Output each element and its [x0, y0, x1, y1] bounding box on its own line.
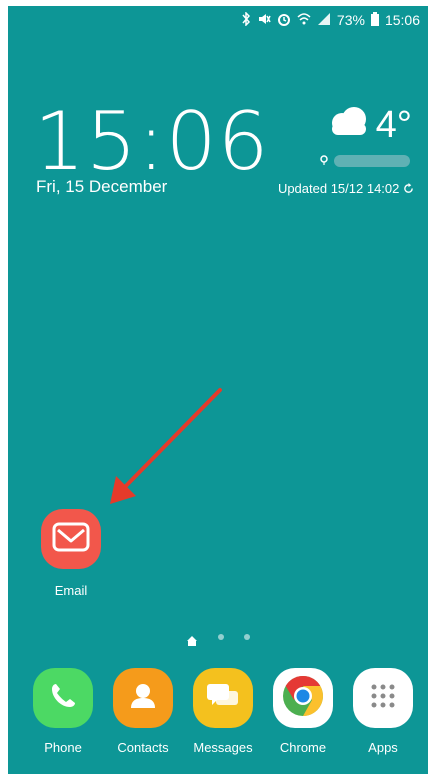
weather-temperature: 4°	[375, 104, 412, 146]
chrome-icon-tile	[273, 668, 333, 728]
home-page-icon[interactable]	[186, 634, 198, 652]
dock: Phone Contacts Messages Chrome Apps	[8, 668, 428, 768]
location-name-blurred	[334, 155, 410, 167]
weather-location	[320, 154, 410, 168]
location-pin-icon	[320, 154, 328, 168]
messages-app-label: Messages	[193, 740, 253, 755]
chrome-icon	[281, 674, 325, 723]
phone-app-label: Phone	[44, 740, 82, 755]
weather-updated-text: Updated 15/12 14:02	[277, 181, 400, 196]
contacts-app-label: Contacts	[117, 740, 169, 755]
phone-icon-tile	[33, 668, 93, 728]
contacts-app[interactable]: Contacts	[103, 668, 183, 755]
wifi-icon	[297, 12, 311, 29]
clock-widget-date: Fri, 15 December	[36, 177, 168, 196]
cloud-icon	[322, 104, 372, 147]
apps-grid-icon	[369, 682, 397, 715]
weather-updated: Updated 15/12 14:02	[278, 181, 414, 196]
home-screen: 73% 15:06 15:06 Fri, 15 December 4° Upda…	[8, 6, 428, 774]
contacts-icon-tile	[113, 668, 173, 728]
email-icon	[52, 522, 90, 557]
chrome-app[interactable]: Chrome	[263, 668, 343, 755]
weather-widget[interactable]: 4°	[322, 104, 412, 147]
battery-icon	[370, 11, 379, 29]
mute-icon	[257, 12, 271, 29]
page-indicator[interactable]	[8, 634, 428, 652]
page-dot[interactable]	[218, 634, 224, 640]
signal-icon	[317, 12, 331, 29]
battery-percent: 73%	[336, 12, 365, 28]
annotation-arrow-icon	[110, 388, 222, 504]
apps-icon-tile	[353, 668, 413, 728]
email-app-label: Email	[54, 583, 88, 598]
chrome-app-label: Chrome	[279, 740, 327, 755]
email-app[interactable]: Email	[31, 509, 111, 598]
messages-icon	[206, 681, 240, 716]
messages-icon-tile	[193, 668, 253, 728]
phone-icon	[47, 680, 79, 717]
status-bar: 73% 15:06	[8, 6, 428, 34]
clock-widget-time[interactable]: 15:06	[34, 102, 270, 182]
email-icon-tile	[41, 509, 101, 569]
messages-app[interactable]: Messages	[183, 668, 263, 755]
status-time: 15:06	[384, 12, 420, 28]
contacts-icon	[127, 680, 159, 717]
alarm-icon	[277, 12, 291, 29]
refresh-icon[interactable]	[403, 181, 414, 196]
apps-drawer-label: Apps	[368, 740, 398, 755]
apps-drawer[interactable]: Apps	[343, 668, 423, 755]
bluetooth-icon	[241, 10, 251, 29]
phone-app[interactable]: Phone	[23, 668, 103, 755]
page-dot[interactable]	[244, 634, 250, 640]
